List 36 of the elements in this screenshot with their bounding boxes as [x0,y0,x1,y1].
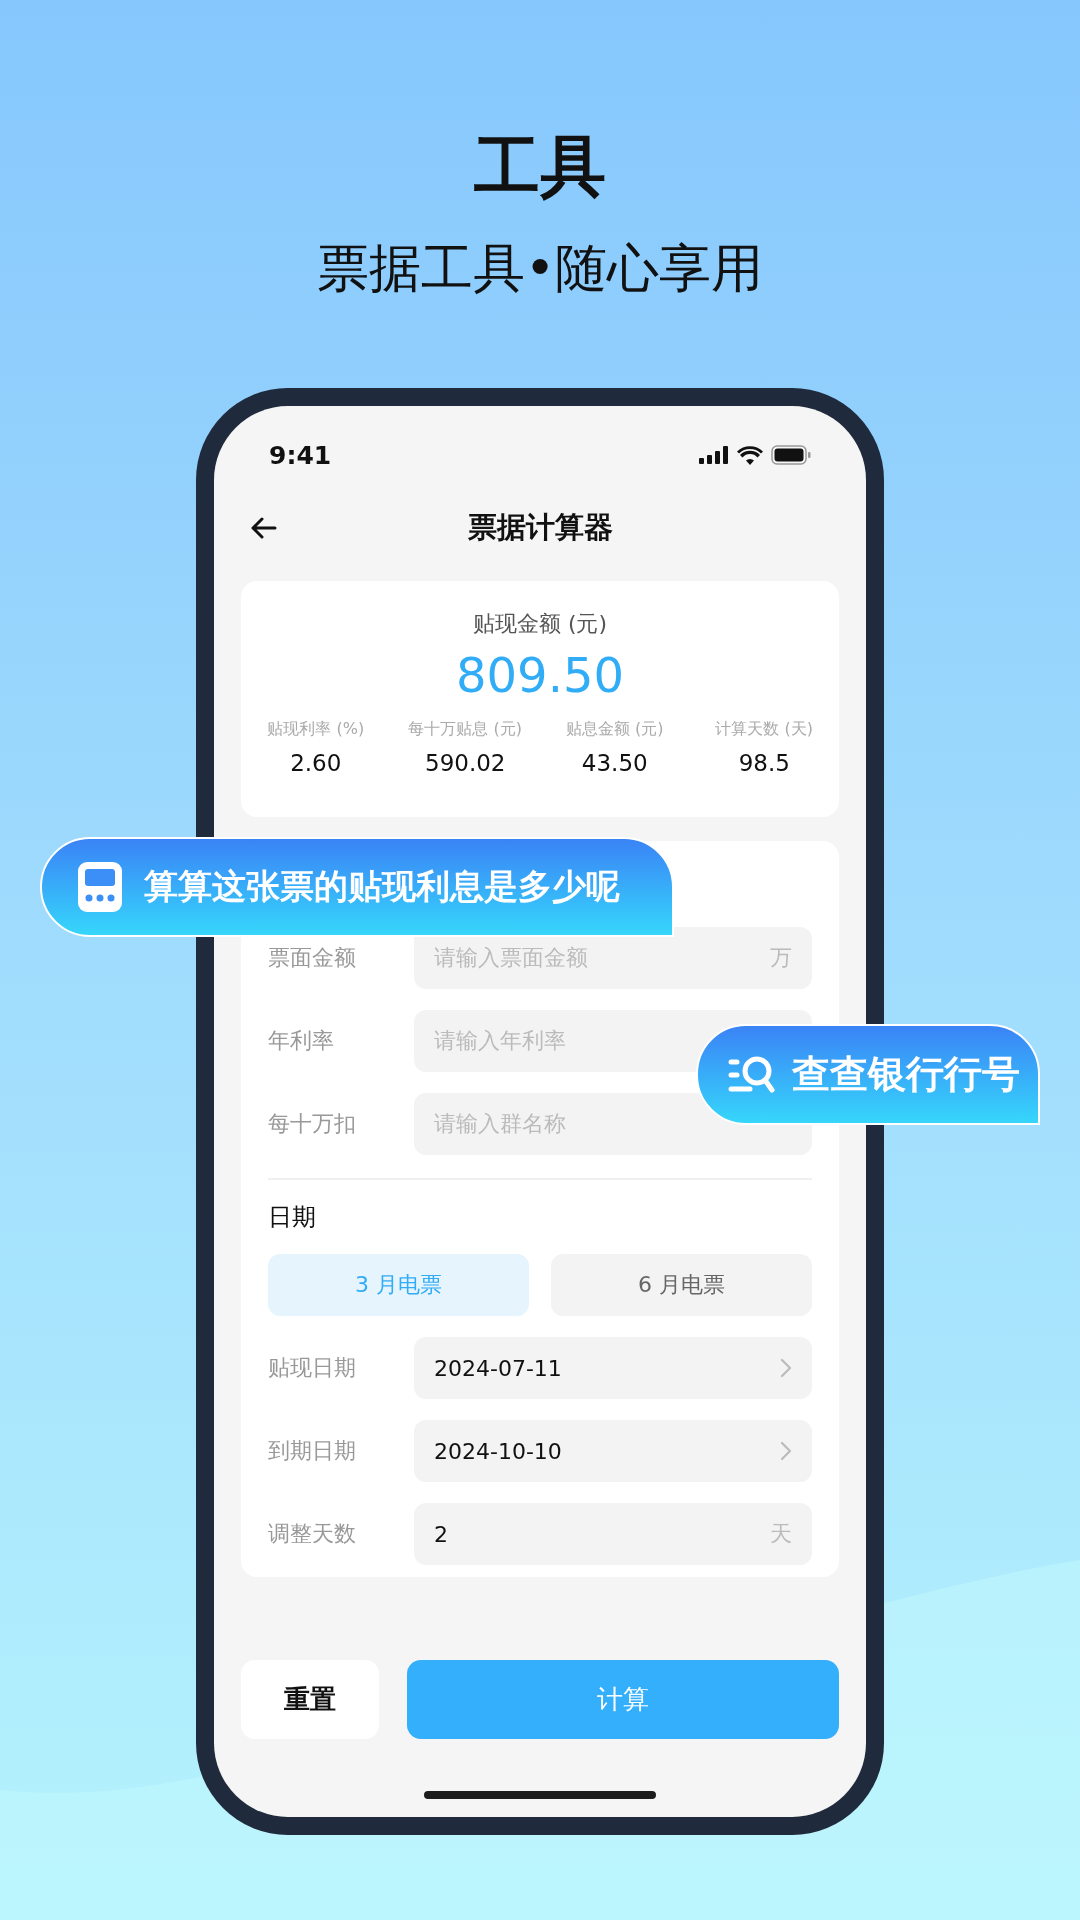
chevron-right-icon [780,1358,792,1378]
reset-button[interactable]: 重置 [241,1660,379,1739]
status-time: 9:41 [269,440,332,470]
page-title: 工具 [474,134,606,200]
callout-text: 算算这张票的贴现利息是多少呢 [144,865,620,908]
date-picker[interactable]: 2024-10-10 [414,1420,812,1482]
stat-label: 贴息金额 (元) [565,719,664,740]
field-label: 年利率 [268,1027,335,1055]
page-subtitle: 票据工具•随心享用 [316,240,764,298]
unit-label: 万 [770,944,792,972]
calculator-icon [78,862,122,912]
field-label: 贴现日期 [268,1354,357,1382]
amount-value: 809.50 [456,647,624,703]
section-title: 日期 [268,1202,317,1233]
stat-value: 2.60 [290,750,342,776]
tab[interactable]: 6 月电票 [551,1254,812,1316]
date-picker[interactable]: 2024-07-11 [414,1337,812,1399]
chevron-right-icon [780,1441,792,1461]
stat-label: 每十万贴息 (元) [408,719,523,740]
signal-icon [699,446,729,464]
unit-label: 天 [770,1520,792,1548]
field-label: 票面金额 [268,944,357,972]
battery-icon [771,445,811,465]
screen-title: 票据计算器 [467,509,613,546]
stat-value: 590.02 [425,750,506,776]
field-label: 到期日期 [268,1437,357,1465]
stat-value: 98.5 [738,750,790,776]
stat-label: 计算天数 (天) [715,719,814,740]
input-field[interactable]: 2 天 [414,1503,812,1565]
amount-label: 贴现金额 (元) [472,610,608,638]
stat-value: 43.50 [581,750,648,776]
back-arrow-icon[interactable] [249,516,277,540]
stat-label: 贴现利率 (%) [267,719,365,740]
field-label: 调整天数 [268,1520,357,1548]
field-label: 每十万扣 [268,1110,357,1138]
wifi-icon [737,445,763,465]
